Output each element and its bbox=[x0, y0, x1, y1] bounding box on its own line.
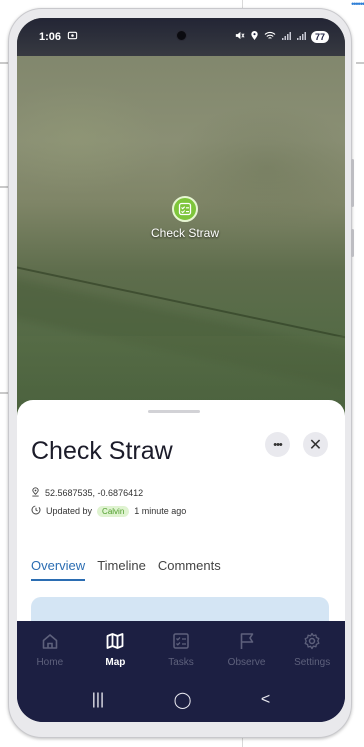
more-icon: ••• bbox=[273, 438, 283, 451]
updated-prefix: Updated by bbox=[46, 506, 93, 516]
status-icons: 77 bbox=[234, 30, 329, 44]
coordinates-row: 52.5687535, -0.6876412 bbox=[31, 487, 143, 499]
tab-overview[interactable]: Overview bbox=[31, 558, 86, 581]
phone-volume-button bbox=[351, 159, 354, 207]
updated-time: 1 minute ago bbox=[134, 506, 187, 516]
system-navigation-bar: ||| ◯ < bbox=[17, 678, 345, 722]
mute-icon bbox=[234, 30, 245, 44]
phone-screen: 1:06 77 Check Straw Check Straw ••• ✕ 52… bbox=[17, 18, 345, 722]
tab-comments[interactable]: Comments bbox=[158, 558, 221, 581]
signal-icon bbox=[296, 31, 306, 44]
nav-label-observe: Observe bbox=[227, 657, 266, 668]
location-pin-icon bbox=[31, 487, 40, 499]
user-chip[interactable]: Calvin bbox=[97, 505, 130, 517]
coordinates-text: 52.5687535, -0.6876412 bbox=[45, 488, 144, 498]
nav-label-map: Map bbox=[105, 657, 126, 668]
map-icon bbox=[105, 631, 125, 654]
background-tick bbox=[0, 62, 8, 64]
nav-item-observe[interactable]: Observe bbox=[214, 621, 280, 678]
map-marker[interactable]: Check Straw bbox=[140, 196, 230, 240]
more-options-button[interactable]: ••• bbox=[265, 432, 290, 457]
nav-item-map[interactable]: Map bbox=[83, 621, 149, 678]
tasks-icon bbox=[171, 631, 191, 654]
background-tick bbox=[0, 186, 8, 188]
task-title: Check Straw bbox=[31, 437, 173, 465]
home-icon bbox=[40, 631, 60, 654]
wifi-icon bbox=[264, 31, 276, 44]
background-divider bbox=[242, 737, 243, 747]
close-button[interactable]: ✕ bbox=[303, 432, 328, 457]
front-camera bbox=[176, 30, 187, 41]
status-time: 1:06 bbox=[39, 31, 62, 43]
nav-label-home: Home bbox=[36, 657, 64, 668]
back-button[interactable]: < bbox=[261, 691, 270, 709]
tab-timeline[interactable]: Timeline bbox=[97, 558, 146, 581]
history-icon bbox=[31, 505, 41, 517]
recents-button[interactable]: ||| bbox=[92, 691, 104, 709]
background-link: •••••• bbox=[351, 0, 364, 9]
updated-row: Updated by Calvin 1 minute ago bbox=[31, 505, 186, 517]
close-icon: ✕ bbox=[308, 436, 323, 454]
phone-power-button bbox=[351, 229, 354, 257]
nav-item-tasks[interactable]: Tasks bbox=[148, 621, 214, 678]
signal-icon bbox=[281, 31, 291, 44]
sheet-drag-handle[interactable] bbox=[148, 410, 200, 413]
nav-item-home[interactable]: Home bbox=[17, 621, 83, 678]
bottom-navigation: Home Map Tasks Observe Settings bbox=[17, 621, 345, 678]
nav-label-tasks: Tasks bbox=[168, 657, 194, 668]
nav-item-settings[interactable]: Settings bbox=[279, 621, 345, 678]
cast-icon bbox=[67, 30, 78, 44]
nav-label-settings: Settings bbox=[294, 657, 331, 668]
flag-icon bbox=[237, 631, 257, 654]
background-tick bbox=[356, 62, 364, 64]
task-marker-icon[interactable] bbox=[172, 196, 198, 222]
battery-indicator: 77 bbox=[310, 31, 329, 43]
detail-tabs: Overview Timeline Comments bbox=[31, 558, 221, 581]
background-tick bbox=[0, 392, 8, 394]
map-marker-label: Check Straw bbox=[150, 226, 220, 240]
details-sheet: Check Straw ••• ✕ 52.5687535, -0.6876412… bbox=[17, 400, 345, 637]
gear-icon bbox=[302, 631, 322, 654]
home-button[interactable]: ◯ bbox=[174, 690, 192, 710]
location-icon bbox=[250, 30, 259, 44]
